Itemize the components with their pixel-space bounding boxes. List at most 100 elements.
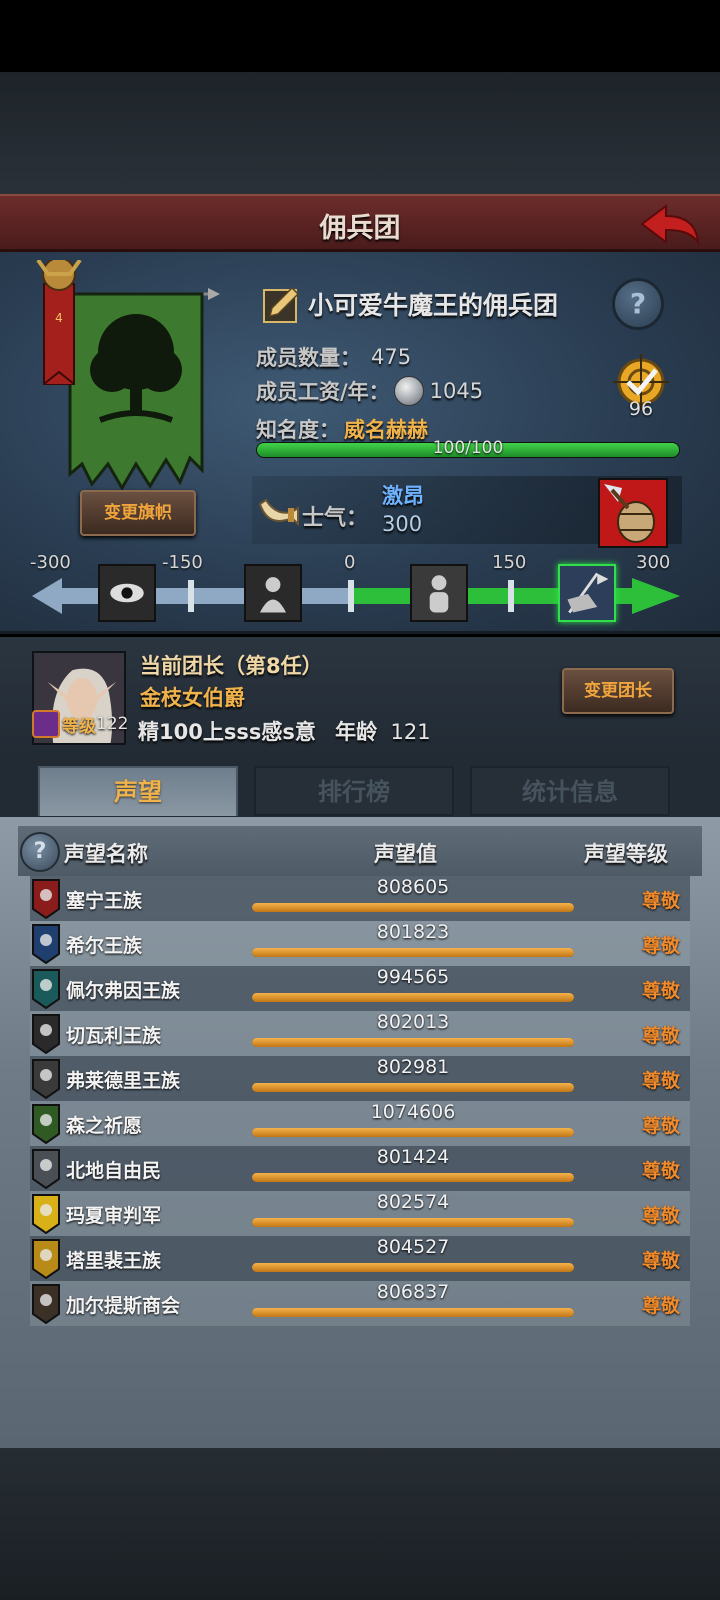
faction-crest-icon [32,1149,60,1189]
reputation-value: 802574 [376,1191,450,1213]
guild-name: 小可爱牛魔王的佣兵团 [308,291,559,320]
background-top [0,72,720,194]
faction-crest-icon [32,1059,60,1099]
faction-crest-icon [32,1239,60,1279]
reputation-level: 尊敬 [641,1295,680,1317]
reputation-progress-fill [252,1083,574,1092]
background-bottom [0,1448,720,1600]
reputation-progress-bar [252,948,574,957]
reputation-value: 802981 [376,1056,450,1078]
reputation-value: 801823 [376,921,450,943]
reputation-progress-fill [252,903,574,912]
reputation-value: 801424 [376,1146,450,1168]
reputation-value: 1074606 [370,1101,456,1123]
table-row[interactable]: 加尔提斯商会 806837 尊敬 [30,1281,690,1326]
wage-label: 成员工资/年： [256,380,390,404]
svg-text:4: 4 [55,311,63,325]
reputation-value: 802013 [376,1011,450,1033]
morale-label: 士气： [302,506,369,531]
table-row[interactable]: 切瓦利王族 802013 尊敬 [30,1011,690,1056]
reputation-progress-bar [252,903,574,912]
faction-name: 森之祈愿 [66,1115,143,1137]
faction-name: 塞宁王族 [66,890,143,912]
reputation-progress-bar [252,1038,574,1047]
tab-reputation[interactable]: 声望 [38,766,238,816]
edit-pen-icon[interactable] [262,284,302,324]
panic-eye-icon [98,564,156,622]
reputation-progress-bar [252,1173,574,1182]
header-reputation-name: 声望名称 [64,842,148,866]
horn-icon [258,498,299,527]
calm-figure-icon [410,564,468,622]
back-arrow-icon[interactable] [638,202,702,246]
medal-value: 96 [628,398,654,420]
leader-title: 当前团长（第8任） [140,654,323,678]
tab-statistics[interactable]: 统计信息 [470,766,670,816]
leader-nickname: 精100上sss感s意 [138,720,316,744]
table-row[interactable]: 森之祈愿 1074606 尊敬 [30,1101,690,1146]
reputation-level: 尊敬 [641,980,680,1002]
faction-name: 希尔王族 [66,935,143,957]
scale-label-300: 300 [636,552,671,573]
guild-banner-tree-icon: 4 [36,260,220,490]
faction-crest-icon [32,924,60,964]
reputation-progress-fill [252,993,574,1002]
scale-label-neg300: -300 [30,552,71,573]
barrel-axe-icon[interactable] [598,478,668,548]
reputation-level: 尊敬 [641,1025,680,1047]
faction-name: 加尔提斯商会 [66,1295,181,1317]
morale-state: 激昂 [382,484,424,508]
table-row[interactable]: 弗莱德里王族 802981 尊敬 [30,1056,690,1101]
reputation-level: 尊敬 [641,1115,680,1137]
guild-help-button[interactable]: ? [612,278,664,330]
reputation-progress-fill [252,1263,574,1272]
leader-level-value: 122 [96,714,129,734]
table-row[interactable]: 塔里裴王族 804527 尊敬 [30,1236,690,1281]
reputation-value: 804527 [376,1236,450,1258]
reputation-level: 尊敬 [641,1205,680,1227]
morale-value: 300 [382,512,423,536]
title-bar: 佣兵团 [0,194,720,252]
faction-crest-icon [32,879,60,919]
faction-crest-icon [32,1284,60,1324]
reputation-level: 尊敬 [641,935,680,957]
table-row[interactable]: 北地自由民 801424 尊敬 [30,1146,690,1191]
table-row[interactable]: 佩尔弗因王族 994565 尊敬 [30,966,690,1011]
reputation-level: 尊敬 [641,1250,680,1272]
wage-line: 成员工资/年： 1045 [256,376,483,406]
leader-details: 精100上sss感s意 年龄 121 [138,716,431,746]
reputation-progress-bar [252,993,574,1002]
faction-crest-icon [32,1194,60,1234]
change-banner-button[interactable]: 变更旗帜 [80,490,196,536]
reputation-progress-bar [252,1263,574,1272]
wage-value: 1045 [429,379,484,403]
table-row[interactable]: 塞宁王族 808605 尊敬 [30,876,690,921]
reputation-progress-fill [252,1308,574,1317]
member-count-label: 成员数量： [256,346,361,370]
tab-leaderboard[interactable]: 排行榜 [254,766,454,816]
table-row[interactable]: 希尔王族 801823 尊敬 [30,921,690,966]
guild-name-row: 小可爱牛魔王的佣兵团 [262,284,558,324]
reputation-progress-bar [252,1128,574,1137]
page-title: 佣兵团 [319,213,401,244]
member-count-line: 成员数量： 475 [256,342,411,372]
reputation-progress-fill [252,948,574,957]
faction-name: 玛夏审判军 [66,1205,162,1227]
silver-coin-icon [393,376,424,406]
faction-name: 北地自由民 [66,1160,162,1182]
reputation-value: 994565 [376,966,450,988]
scale-label-zero: 0 [344,552,356,573]
change-leader-button[interactable]: 变更团长 [562,668,674,714]
reputation-progress-bar [252,1083,574,1092]
fame-progress-text: 100/100 [432,438,504,458]
reputation-help-button[interactable]: ? [20,832,60,872]
leader-level-badge: 等级 122 [32,710,128,738]
reputation-progress-fill [252,1218,574,1227]
table-row[interactable]: 玛夏审判军 802574 尊敬 [30,1191,690,1236]
leader-name: 金枝女伯爵 [140,686,245,710]
leader-level-label: 等级 [62,716,96,737]
faction-name: 佩尔弗因王族 [66,980,181,1002]
guild-info-panel: 4 变更旗帜 小可爱牛魔王的佣兵团 ? 成员数量： 475 成员工资/年： 10… [0,252,720,634]
faction-name: 塔里裴王族 [66,1250,162,1272]
despair-figure-icon [244,564,302,622]
